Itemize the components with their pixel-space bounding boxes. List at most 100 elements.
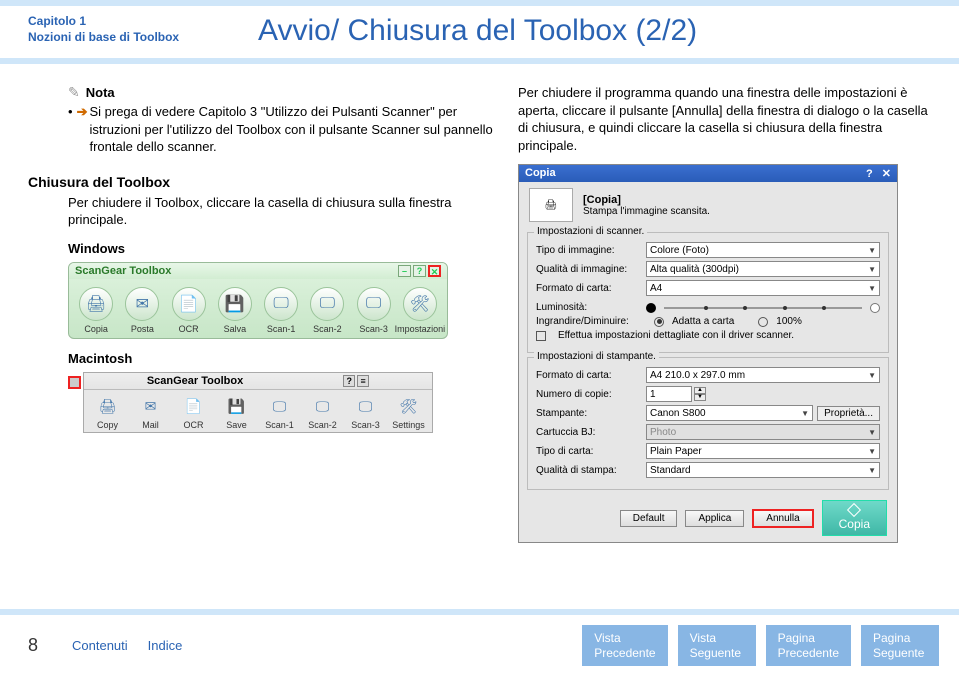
- dialog-head-sub: Stampa l'immagine scansita.: [583, 206, 710, 217]
- copia-dialog: Copia ? ✕ 🖨 [Copia] Stampa l'immagine sc…: [518, 164, 898, 543]
- mac-settings[interactable]: 🛠Settings: [389, 396, 429, 430]
- dialog-titlebar: Copia ? ✕: [519, 165, 897, 182]
- tipo-carta-dropdown[interactable]: Plain Paper▼: [646, 443, 880, 459]
- icon-label: Posta: [131, 324, 154, 334]
- copies-spinner[interactable]: ▲▼: [694, 387, 706, 401]
- toolbox-copia[interactable]: 🖨 Copia: [74, 287, 118, 334]
- ocr-icon: 📄: [180, 396, 208, 418]
- radio-100[interactable]: [758, 317, 768, 327]
- effettua-row: Effettua impostazioni dettagliate con il…: [536, 330, 880, 341]
- note-title: Nota: [86, 85, 115, 100]
- menu-button[interactable]: ≡: [357, 375, 369, 387]
- toolbox-scan3[interactable]: 🖵Scan-3: [352, 287, 396, 334]
- dialog-header-text: [Copia] Stampa l'immagine scansita.: [583, 194, 710, 217]
- group-title: Impostazioni di scanner.: [534, 226, 647, 237]
- help-button[interactable]: ?: [413, 265, 426, 277]
- tipo-carta-row: Tipo di carta: Plain Paper▼: [536, 443, 880, 459]
- pagina-precedente-tab[interactable]: Pagina Precedente: [766, 625, 851, 666]
- mac-ocr[interactable]: 📄OCR: [174, 396, 214, 430]
- help-button[interactable]: ?: [866, 168, 873, 180]
- close-button[interactable]: ✕: [882, 168, 891, 180]
- mac-mail[interactable]: ✉Mail: [131, 396, 171, 430]
- field-label: Stampante:: [536, 408, 646, 419]
- dialog-head-label: [Copia]: [583, 194, 710, 206]
- scanner-icon: 🖨: [529, 188, 573, 222]
- toolbox-ocr[interactable]: 📄OCR: [167, 287, 211, 334]
- formato-carta2-dropdown[interactable]: A4 210.0 x 297.0 mm▼: [646, 367, 880, 383]
- minimize-button[interactable]: –: [398, 265, 411, 277]
- vista-precedente-tab[interactable]: Vista Precedente: [582, 625, 667, 666]
- icon-label: Copy: [97, 420, 118, 430]
- chevron-down-icon: ▼: [868, 284, 876, 293]
- chevron-up-icon: ▲: [694, 387, 706, 394]
- chevron-down-icon: ▼: [801, 409, 809, 418]
- macintosh-heading: Macintosh: [68, 351, 498, 366]
- applica-button[interactable]: Applica: [685, 510, 744, 527]
- close-button[interactable]: ✕: [428, 265, 441, 277]
- toolbox-scan2[interactable]: 🖵 Scan-2: [305, 287, 349, 334]
- toolbox-posta[interactable]: ✉ Posta: [120, 287, 164, 334]
- checkbox-label: Effettua impostazioni dettagliate con il…: [558, 330, 794, 341]
- scangear-toolbox-windows: ScanGear Toolbox – ? ✕ 🖨 Copia ✉ Posta 📄OC…: [68, 262, 448, 339]
- tipo-immagine-row: Tipo di immagine: Colore (Foto)▼: [536, 242, 880, 258]
- contenuti-link[interactable]: Contenuti: [72, 638, 128, 653]
- close-button[interactable]: [68, 376, 81, 389]
- tipo-immagine-dropdown[interactable]: Colore (Foto)▼: [646, 242, 880, 258]
- mac-title-text: ScanGear Toolbox: [147, 375, 243, 387]
- printer-icon: 🖨: [94, 396, 122, 418]
- radio-adatta-carta[interactable]: [654, 317, 664, 327]
- formato-carta-dropdown[interactable]: A4▼: [646, 280, 880, 296]
- mac-scan1[interactable]: 🖵Scan-1: [260, 396, 300, 430]
- indice-link[interactable]: Indice: [148, 638, 183, 653]
- cartuccia-row: Cartuccia BJ: Photo▼: [536, 424, 880, 440]
- note-head: ✎ Nota: [68, 84, 498, 101]
- mac-title-controls: ? ≡: [343, 375, 369, 387]
- save-icon: 💾: [218, 287, 252, 321]
- left-column: ✎ Nota • ➔ Si prega di vedere Capitolo 3…: [28, 84, 498, 543]
- mail-icon: ✉: [137, 396, 165, 418]
- mac-scan2[interactable]: 🖵Scan-2: [303, 396, 343, 430]
- vista-seguente-tab[interactable]: Vista Seguente: [678, 625, 756, 666]
- help-button[interactable]: ?: [343, 375, 355, 387]
- field-label: Luminosità:: [536, 302, 646, 313]
- dialog-header: 🖨 [Copia] Stampa l'immagine scansita.: [519, 182, 897, 228]
- bullet-icon: •: [68, 103, 73, 156]
- windows-heading: Windows: [68, 241, 498, 256]
- checkbox-effettua[interactable]: [536, 331, 546, 341]
- screen-icon: 🖵: [310, 287, 344, 321]
- numero-copie-input[interactable]: 1: [646, 386, 692, 402]
- qualita-immagine-dropdown[interactable]: Alta qualità (300dpi)▼: [646, 261, 880, 277]
- toolbox-titlebar: ScanGear Toolbox – ? ✕: [69, 263, 447, 279]
- close-section-title: Chiusura del Toolbox: [28, 174, 498, 190]
- stampante-dropdown[interactable]: Canon S800▼: [646, 405, 813, 421]
- toolbox-impostazioni[interactable]: 🛠Impostazioni: [398, 287, 442, 334]
- qualita-stampa-dropdown[interactable]: Standard▼: [646, 462, 880, 478]
- copia-button[interactable]: Copia: [822, 500, 887, 536]
- chevron-down-icon: ▼: [694, 394, 706, 401]
- mail-icon: ✉: [125, 287, 159, 321]
- printer-icon: 🖨: [79, 287, 113, 321]
- annulla-button[interactable]: Annulla: [752, 509, 813, 528]
- icon-label: Copia: [84, 324, 108, 334]
- mac-save[interactable]: 💾Save: [217, 396, 257, 430]
- chevron-down-icon: ▼: [868, 447, 876, 456]
- field-label: Tipo di carta:: [536, 446, 646, 457]
- pen-icon: ✎: [68, 84, 80, 101]
- icon-label: Scan-2: [313, 324, 342, 334]
- stampante-row: Stampante: Canon S800▼ Proprietà...: [536, 405, 880, 421]
- proprieta-button[interactable]: Proprietà...: [817, 406, 880, 421]
- screen-icon: 🖵: [309, 396, 337, 418]
- default-button[interactable]: Default: [620, 510, 678, 527]
- toolbox-salva[interactable]: 💾Salva: [213, 287, 257, 334]
- mac-copy[interactable]: 🖨 Copy: [88, 396, 128, 430]
- light-end-icon: [870, 303, 880, 313]
- field-label: Cartuccia BJ:: [536, 427, 646, 438]
- luminosita-slider[interactable]: [664, 307, 862, 309]
- mac-scan3[interactable]: 🖵Scan-3: [346, 396, 386, 430]
- chevron-down-icon: ▼: [868, 371, 876, 380]
- ocr-icon: 📄: [172, 287, 206, 321]
- toolbox-scan1[interactable]: 🖵Scan-1: [259, 287, 303, 334]
- diamond-icon: [847, 503, 861, 517]
- luminosita-row: Luminosità:: [536, 302, 880, 313]
- pagina-seguente-tab[interactable]: Pagina Seguente: [861, 625, 939, 666]
